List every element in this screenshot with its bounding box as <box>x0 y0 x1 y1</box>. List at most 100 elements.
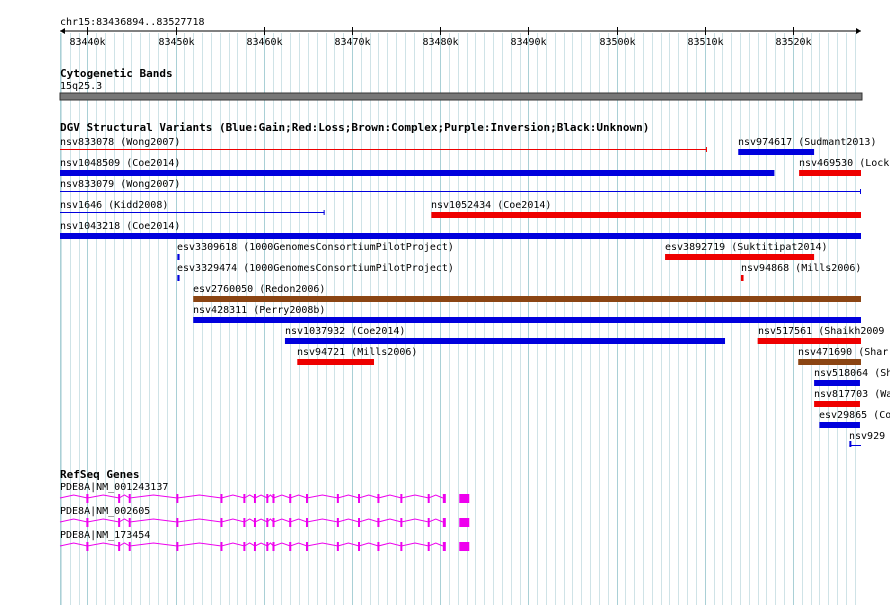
variant-label: esv29865 (Co <box>819 410 890 421</box>
variant-feature[interactable]: nsv1052434 (Coe2014) <box>431 200 861 218</box>
gene-exon <box>266 542 269 551</box>
cytoband-track-title: Cytogenetic Bands <box>60 67 173 80</box>
gene-exon <box>336 542 339 551</box>
gene-exon <box>266 494 269 503</box>
gene-exon <box>220 518 223 527</box>
gene-exon <box>86 494 89 503</box>
variant-bar[interactable] <box>738 149 815 155</box>
variant-bar[interactable] <box>814 380 860 386</box>
gene-exon <box>427 494 430 503</box>
variant-feature[interactable]: nsv1048509 (Coe2014) <box>60 158 775 176</box>
variant-label: esv2760050 (Redon2006) <box>193 284 325 295</box>
variant-feature[interactable]: esv29865 (Co <box>819 410 890 428</box>
variant-label: esv3329474 (1000GenomesConsortiumPilotPr… <box>177 263 454 274</box>
gene-intron-line <box>59 518 443 523</box>
variant-label: nsv817703 (Wa <box>814 389 890 400</box>
ruler-tick-label: 83460k <box>246 37 282 48</box>
ruler-tick-label: 83470k <box>334 37 370 48</box>
gene-exon <box>442 494 446 503</box>
variant-bar[interactable] <box>431 212 861 218</box>
gene-exon <box>86 542 89 551</box>
gene-exon <box>176 518 179 527</box>
variant-bar[interactable] <box>284 338 726 344</box>
gene-exon <box>118 494 121 503</box>
gene-exon <box>305 542 308 551</box>
ruler-tick-label: 83520k <box>775 37 811 48</box>
variant-bar[interactable] <box>193 317 862 323</box>
variant-feature[interactable]: nsv518064 (Sh <box>814 368 890 386</box>
variant-feature[interactable]: esv3309618 (1000GenomesConsortiumPilotPr… <box>177 242 454 260</box>
variant-label: nsv1043218 (Coe2014) <box>60 221 180 232</box>
cytoband-label: 15q25.3 <box>60 81 102 92</box>
gene-exon <box>289 542 292 551</box>
ruler-tick-label: 83440k <box>69 37 105 48</box>
gene-intron-line <box>59 494 443 499</box>
gene-utr-block <box>459 518 470 527</box>
variant-label: nsv1037932 (Coe2014) <box>285 326 405 337</box>
gene-intron-line <box>59 542 443 547</box>
variant-bar[interactable] <box>798 359 861 365</box>
gene-exon <box>442 542 446 551</box>
variant-bar[interactable] <box>849 441 852 447</box>
ruler-ticks: 83440k 83450k 83460k 83470k 83480k 83490k 8350… <box>69 27 812 48</box>
gene-exon <box>272 542 275 551</box>
variant-label: esv3892719 (Suktitipat2014) <box>665 242 828 253</box>
gene-exon <box>442 518 446 527</box>
variant-bar[interactable] <box>177 254 180 260</box>
variant-feature[interactable]: nsv428311 (Perry2008b) <box>193 305 862 323</box>
variant-feature[interactable]: esv2760050 (Redon2006) <box>193 284 862 302</box>
variant-bar[interactable] <box>665 254 815 260</box>
variant-bar[interactable] <box>819 422 860 428</box>
variant-feature[interactable]: nsv1037932 (Coe2014) <box>284 326 726 344</box>
gene-label: PDE8A|NM_002605 <box>60 506 150 517</box>
gene-exon <box>86 518 89 527</box>
variant-feature[interactable]: nsv929 <box>849 431 885 447</box>
variant-bar[interactable] <box>757 338 861 344</box>
ruler-right-arrow-icon <box>856 28 861 34</box>
variant-label: nsv974617 (Sudmant2013) <box>738 137 876 148</box>
gene-exon <box>243 518 246 527</box>
gene-exon <box>253 518 256 527</box>
gene-exon <box>253 542 256 551</box>
variant-bar[interactable] <box>799 170 861 176</box>
variant-feature[interactable]: nsv94721 (Mills2006) <box>297 347 417 365</box>
gene-exon <box>427 542 430 551</box>
gene-exon <box>358 518 361 527</box>
gene-utr-block <box>459 542 470 551</box>
variant-feature[interactable]: nsv833078 (Wong2007) <box>60 137 707 152</box>
gene-exon <box>289 494 292 503</box>
variant-bar[interactable] <box>814 401 860 407</box>
variant-label: nsv428311 (Perry2008b) <box>193 305 325 316</box>
gene-exon <box>377 518 380 527</box>
variant-label: nsv518064 (Sh <box>814 368 890 379</box>
variant-bar[interactable] <box>60 233 861 239</box>
ruler-tick-label: 83510k <box>687 37 723 48</box>
variant-label: nsv94868 (Mills2006) <box>741 263 861 274</box>
variant-bar[interactable] <box>740 275 744 281</box>
gene-exon <box>289 518 292 527</box>
variant-bar[interactable] <box>60 170 775 176</box>
variant-feature[interactable]: nsv517561 (Shaikh2009 <box>757 326 885 344</box>
variant-feature[interactable]: esv3329474 (1000GenomesConsortiumPilotPr… <box>177 263 454 281</box>
variant-label: nsv471690 (Shar <box>798 347 888 358</box>
cytoband-bar[interactable] <box>59 92 863 101</box>
gene-exon <box>243 542 246 551</box>
variant-feature[interactable]: nsv1646 (Kidd2008) <box>60 200 325 215</box>
variant-bar[interactable] <box>193 296 862 302</box>
gene-exon <box>305 518 308 527</box>
variant-feature[interactable]: nsv471690 (Shar <box>798 347 888 365</box>
variant-feature[interactable]: esv3892719 (Suktitipat2014) <box>665 242 828 260</box>
gene-exon <box>358 494 361 503</box>
variant-bar[interactable] <box>177 275 180 281</box>
variant-label: nsv94721 (Mills2006) <box>297 347 417 358</box>
variant-label: nsv517561 (Shaikh2009 <box>758 326 884 337</box>
variant-label: nsv1052434 (Coe2014) <box>431 200 551 211</box>
variant-label: nsv929 <box>849 431 885 442</box>
gene-exon <box>266 518 269 527</box>
gene-exon <box>377 494 380 503</box>
gene-exon <box>427 518 430 527</box>
variant-feature[interactable]: nsv817703 (Wa <box>814 389 890 407</box>
variant-feature[interactable]: nsv469530 (Lock <box>799 158 889 176</box>
variant-bar[interactable] <box>297 359 375 365</box>
gene-exon <box>118 542 121 551</box>
